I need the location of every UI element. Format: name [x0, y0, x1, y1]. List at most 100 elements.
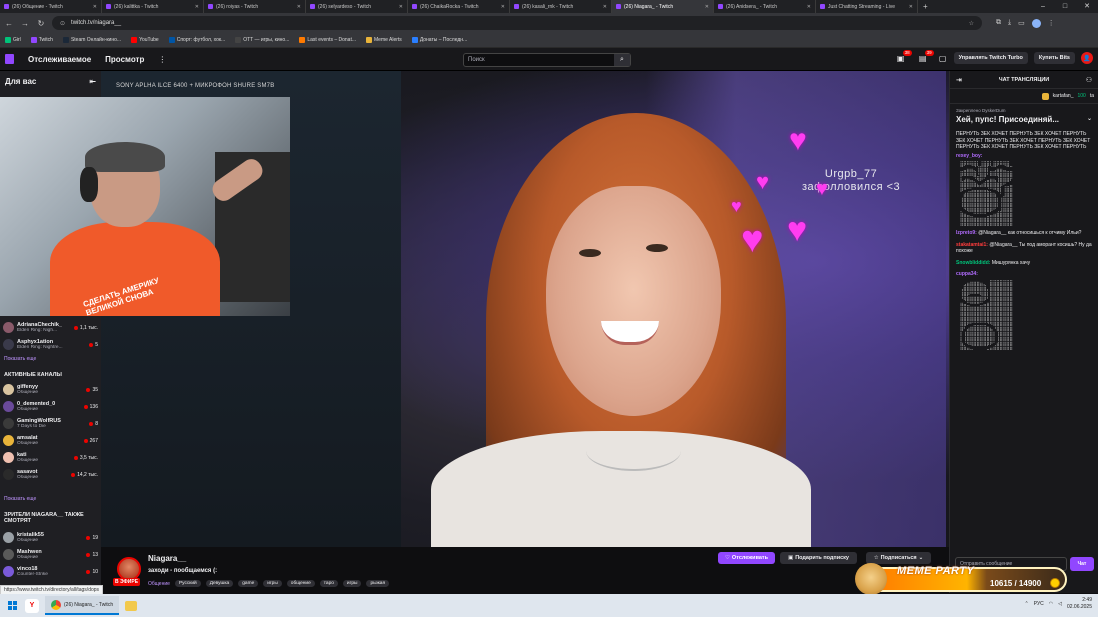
chat-username[interactable]: Snowbliddidd:: [956, 260, 990, 266]
whispers-icon[interactable]: ▢: [938, 54, 948, 63]
sidebar-channel[interactable]: GamingWolfRUS 7 Days to Die 8: [0, 415, 101, 432]
bookmark-star-icon[interactable]: ☆: [969, 20, 974, 27]
site-info-icon[interactable]: ⊙: [60, 20, 65, 27]
close-tab-icon[interactable]: ✕: [399, 4, 403, 10]
close-tab-icon[interactable]: ✕: [195, 4, 199, 10]
stream-tag[interactable]: общение: [286, 580, 315, 587]
sidebar-channel[interactable]: amsalat Общение 267: [0, 432, 101, 449]
follow-button[interactable]: ♡ Отслеживать: [718, 552, 775, 564]
close-tab-icon[interactable]: ✕: [705, 4, 709, 10]
url-input[interactable]: ⊙ twitch.tv/niagara__ ☆: [52, 16, 982, 30]
close-tab-icon[interactable]: ✕: [603, 4, 607, 10]
downloads-icon[interactable]: ⤓: [1008, 19, 1011, 28]
show-more-link-2[interactable]: Показать еще: [0, 493, 101, 507]
close-tab-icon[interactable]: ✕: [501, 4, 505, 10]
minimize-icon[interactable]: –: [1032, 0, 1054, 13]
browser-tab[interactable]: (26) Niagara_ - Twitch ✕: [612, 0, 714, 13]
nav-more-icon[interactable]: ⋮: [158, 55, 166, 64]
community-icon[interactable]: ⚇: [1086, 76, 1092, 84]
show-more-link[interactable]: Показать еще: [0, 353, 101, 367]
gift-sub-button[interactable]: ▣ Подарить подписку: [780, 552, 857, 564]
twitch-favicon-icon: [718, 4, 723, 9]
buy-bits-button[interactable]: Купить Bits: [1033, 52, 1075, 64]
stream-tag[interactable]: таро: [319, 580, 338, 587]
close-tab-icon[interactable]: ✕: [909, 4, 913, 10]
bookmark-item[interactable]: Steam Онлайн-кино...: [62, 37, 121, 43]
sidebar-channel[interactable]: Asphyx1ation Elden Ring: Nightre... 5: [0, 336, 101, 353]
browser-tab[interactable]: (26) selyardeso - Twitch ✕: [306, 0, 408, 13]
tray-lang[interactable]: РУС: [1034, 601, 1044, 607]
chat-username[interactable]: lzpreto9:: [956, 230, 977, 236]
extensions-icon[interactable]: ⧉: [996, 19, 1001, 28]
turbo-button[interactable]: Управлять Twitch Turbo: [953, 52, 1028, 64]
browser-tab[interactable]: Just Chatting Streaming - Live ✕: [816, 0, 918, 13]
sidebar-channel[interactable]: vinco18 Counter-Strike 10: [0, 563, 101, 580]
stream-tag[interactable]: игры: [342, 580, 362, 587]
sidebar-channel[interactable]: giffenyy Общение 35: [0, 381, 101, 398]
browser-tab[interactable]: (26) Anidsera_ - Twitch ✕: [714, 0, 816, 13]
collapse-sidebar-icon[interactable]: ⇤: [89, 77, 96, 86]
prime-icon[interactable]: ▣ 38: [896, 49, 912, 63]
bookmark-item[interactable]: Twitch: [30, 37, 53, 43]
close-icon[interactable]: ✕: [1076, 0, 1098, 13]
volume-icon[interactable]: ◁: [1058, 601, 1062, 607]
close-tab-icon[interactable]: ✕: [297, 4, 301, 10]
top-user[interactable]: kartafan_: [1053, 93, 1074, 99]
sidepanel-icon[interactable]: ▭: [1018, 19, 1025, 28]
yandex-icon[interactable]: Y: [25, 598, 39, 613]
stream-tag[interactable]: игры: [263, 580, 282, 587]
clock[interactable]: 2:49 02.06.2025: [1067, 597, 1092, 611]
wifi-icon[interactable]: ◠: [1049, 601, 1053, 607]
sidebar-channel[interactable]: AdrianaChechik_ Elden Ring: Nigh... 1,1 ты…: [0, 319, 101, 336]
nav-browse[interactable]: Просмотр: [105, 55, 144, 64]
back-icon[interactable]: ←: [4, 19, 14, 28]
pinned-message[interactable]: Закреплено DyskerDum Хей, пупс! Присоеди…: [956, 108, 1092, 124]
search-input[interactable]: Поиск ⌕: [463, 53, 631, 67]
chat-username[interactable]: rexey_boy:: [956, 153, 982, 159]
bookmark-item[interactable]: OTT — игры, кино...: [235, 37, 289, 43]
tray-chevron-icon[interactable]: ⌃: [1025, 601, 1029, 607]
browser-tab[interactable]: (26) ChaikaRocka - Twitch ✕: [408, 0, 510, 13]
new-tab-button[interactable]: +: [918, 0, 933, 13]
bookmark-item[interactable]: YouTube: [131, 37, 159, 43]
collapse-chat-icon[interactable]: ⇥: [956, 76, 962, 84]
sidebar-channel[interactable]: Mashwen Общение 13: [0, 546, 101, 563]
chat-username[interactable]: cuppa34:: [956, 271, 978, 277]
chevron-down-icon[interactable]: ⌄: [1087, 115, 1092, 124]
stream-tag[interactable]: Девушка: [205, 580, 234, 587]
folder-icon[interactable]: [125, 600, 138, 611]
sidebar-channel[interactable]: kristalik55 Общение 19: [0, 529, 101, 546]
maximize-icon[interactable]: □: [1054, 0, 1076, 13]
stream-tag[interactable]: game: [238, 580, 259, 587]
windows-start-icon[interactable]: [8, 601, 17, 610]
stream-tag[interactable]: Русский: [174, 580, 201, 587]
nav-following[interactable]: Отслеживаемое: [28, 55, 91, 64]
chat-username[interactable]: stakatamtai1:: [956, 242, 988, 248]
reload-icon[interactable]: ↻: [36, 19, 46, 28]
twitch-logo-icon[interactable]: [5, 54, 14, 64]
browser-tab[interactable]: (26) kalittka - Twitch ✕: [102, 0, 204, 13]
close-tab-icon[interactable]: ✕: [807, 4, 811, 10]
forward-icon[interactable]: →: [20, 19, 30, 28]
sidebar-channel[interactable]: 0_demented_0 Общение 136: [0, 398, 101, 415]
browser-menu-icon[interactable]: ⋮: [1048, 19, 1055, 28]
bookmark-item[interactable]: Girl: [5, 37, 21, 43]
bookmark-item[interactable]: Last events – Donat...: [299, 37, 356, 43]
stream-category[interactable]: Общение: [148, 581, 170, 587]
browser-tab[interactable]: (26) roiyas - Twitch ✕: [204, 0, 306, 13]
stream-tag[interactable]: рыжая: [366, 580, 390, 587]
browser-tab[interactable]: (26) Общение - Twitch ✕: [0, 0, 102, 13]
browser-tab[interactable]: (26) kasali_rnk - Twitch ✕: [510, 0, 612, 13]
sidebar-channel[interactable]: sasavot Общение 14,2 тыс.: [0, 466, 101, 483]
inbox-icon[interactable]: ▤ 39: [918, 49, 934, 63]
profile-avatar[interactable]: [1031, 18, 1041, 28]
taskbar-chrome-task[interactable]: (26) Niagara_ - Twitch: [45, 596, 120, 615]
streamer-name[interactable]: Niagara__: [148, 554, 186, 563]
user-avatar[interactable]: 👤: [1081, 52, 1093, 64]
sidebar-channel[interactable]: kati Общение 3,5 тыс.: [0, 449, 101, 466]
bookmark-item[interactable]: Донаты – Последн...: [411, 37, 467, 43]
search-icon[interactable]: ⌕: [614, 54, 630, 66]
close-tab-icon[interactable]: ✕: [93, 4, 97, 10]
bookmark-item[interactable]: Meme Alerts: [366, 37, 402, 43]
bookmark-item[interactable]: Спорт: футбол, хок...: [168, 37, 225, 43]
